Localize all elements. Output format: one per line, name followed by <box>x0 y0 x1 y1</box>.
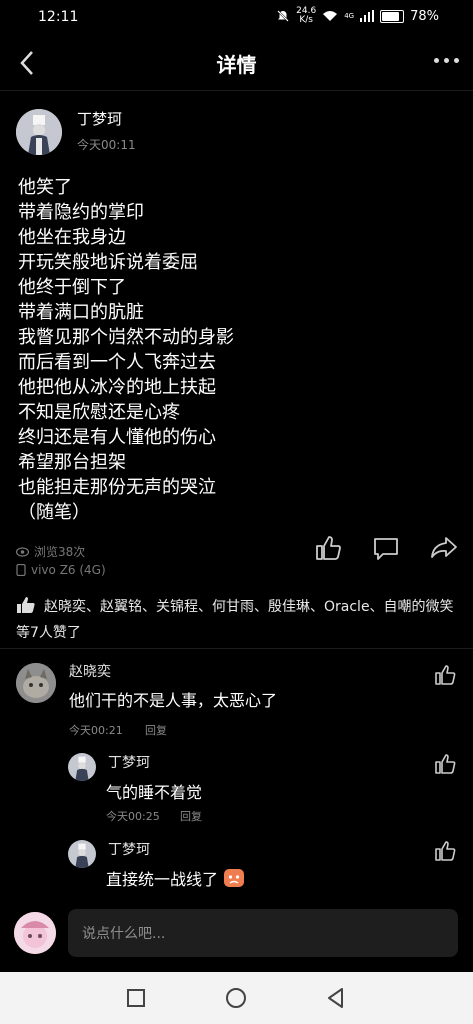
device-info: vivo Z6 (4G) <box>16 563 106 577</box>
back-arrow-icon[interactable] <box>14 48 44 78</box>
reply-like-icon[interactable] <box>434 840 458 862</box>
comment-time: 今天00:21 <box>69 724 123 737</box>
post-line: 不知是欣慰还是心疼 <box>18 402 180 423</box>
page-title: 详情 <box>216 52 257 77</box>
header-divider <box>0 90 473 91</box>
comment-input-placeholder: 说点什么吧... <box>82 926 166 942</box>
network-speed: 24.6 K/s <box>296 6 317 25</box>
replier-name[interactable]: 丁梦珂 <box>108 839 150 859</box>
post-author-block: 丁梦珂 今天00:11 <box>16 108 216 156</box>
post-content: 他笑了带着隐约的掌印 他坐在我身边开玩笑般地诉说着委屈 他终于倒下了 带着满口的肮脏我… <box>18 175 458 525</box>
back-icon[interactable] <box>322 984 350 1012</box>
post-line: 开玩笑般地诉说着委屈 <box>18 252 198 273</box>
comment-text: 他们干的不是人事，太恶心了 <box>69 691 278 710</box>
like-filled-icon <box>17 597 35 613</box>
post-line: 带着隐约的掌印 <box>18 202 144 223</box>
signal-icon <box>360 10 375 22</box>
post-line: 而后看到一个人飞奔过去 <box>18 352 216 373</box>
post-line: 终归还是有人懂他的伤心 <box>18 427 216 448</box>
reply-time: 今天00:25 <box>106 810 160 823</box>
post-line: 他终于倒下了 <box>18 277 126 298</box>
view-count: 浏览38次 <box>16 543 85 560</box>
status-icons: 24.6 K/s 4G 78% <box>276 7 439 25</box>
like-icon[interactable] <box>313 533 343 563</box>
reply-like-icon[interactable] <box>434 753 458 775</box>
replier-avatar[interactable] <box>68 840 96 868</box>
comment-like-icon[interactable] <box>434 664 458 686</box>
reply-item: 丁梦珂 气的睡不着觉 今天00:25 回复 <box>0 745 473 825</box>
author-name[interactable]: 丁梦珂 <box>77 108 122 129</box>
status-time: 12:11 <box>38 9 79 25</box>
more-options-icon[interactable] <box>434 58 459 63</box>
post-actions <box>313 533 459 563</box>
post-line: 也能担走那份无声的哭泣 <box>18 477 216 498</box>
post-line: 他笑了 <box>18 177 72 198</box>
commenter-avatar[interactable] <box>16 663 56 703</box>
share-icon[interactable] <box>429 533 459 563</box>
recent-apps-icon[interactable] <box>122 984 150 1012</box>
battery-percent: 78% <box>410 8 439 24</box>
post-line: 希望那台担架 <box>18 452 126 473</box>
battery-icon <box>380 9 405 23</box>
comment-item: 赵晓奕 他们干的不是人事，太恶心了 今天00:21 回复 <box>0 655 473 740</box>
reply-text: 气的睡不着觉 <box>106 783 203 802</box>
post-line: 他把他从冰冷的地上扶起 <box>18 377 216 398</box>
reply-item: 丁梦珂 直接统一战线了 <box>0 830 473 894</box>
status-bar: 12:11 24.6 K/s 4G 78% <box>0 0 473 36</box>
mute-icon <box>277 10 289 22</box>
comment-input[interactable]: 说点什么吧... <box>68 909 458 957</box>
angry-emoji-icon <box>224 869 245 887</box>
reply-text: 直接统一战线了 <box>106 866 245 890</box>
reply-button[interactable]: 回复 <box>145 722 167 738</box>
post-line: 他坐在我身边 <box>18 227 126 248</box>
my-avatar <box>14 912 56 954</box>
post-line: 带着满口的肮脏 <box>18 302 144 323</box>
post-line: （随笔） <box>18 502 90 523</box>
home-icon[interactable] <box>222 984 250 1012</box>
app-bar: 详情 <box>0 36 473 90</box>
wifi-icon <box>323 11 338 21</box>
replier-name[interactable]: 丁梦珂 <box>108 752 150 772</box>
author-avatar[interactable] <box>16 109 62 155</box>
replier-avatar[interactable] <box>68 753 96 781</box>
commenter-name[interactable]: 赵晓奕 <box>69 661 111 681</box>
likes-list[interactable]: 赵晓奕、赵翼铭、关锦程、何甘雨、殷佳琳、Oracle、自嘲的微笑 等7人赞了 <box>16 594 458 646</box>
system-nav-bar <box>0 972 473 1024</box>
phone-icon <box>16 564 26 576</box>
signal-type: 4G <box>344 12 355 20</box>
comment-input-bar: 说点什么吧... <box>0 904 473 966</box>
comment-icon[interactable] <box>371 533 401 563</box>
post-time: 今天00:11 <box>77 138 136 152</box>
post-line: 我瞥见那个岿然不动的身影 <box>18 327 234 348</box>
reply-button[interactable]: 回复 <box>180 808 202 824</box>
eye-icon <box>16 546 29 557</box>
likes-divider <box>0 648 473 649</box>
